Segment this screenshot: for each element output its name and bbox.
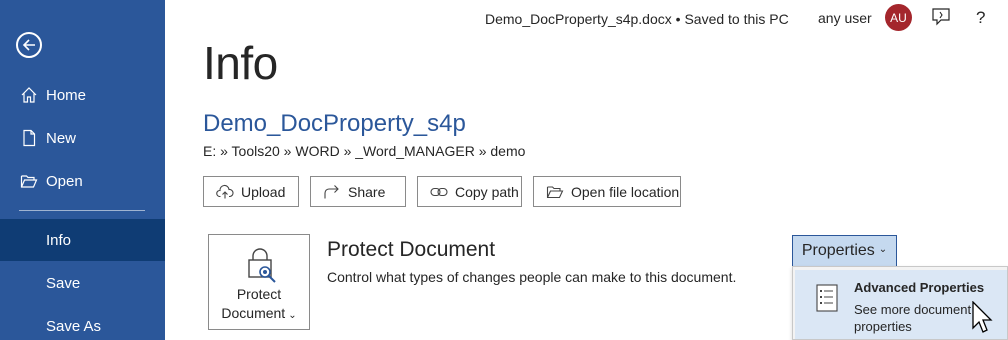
back-arrow-icon[interactable] xyxy=(16,32,42,58)
upload-button[interactable]: Upload xyxy=(203,176,299,207)
protect-document-button[interactable]: Protect Document ⌄ xyxy=(208,234,310,330)
nav-info[interactable]: Info xyxy=(0,219,165,261)
nav-save-label: Save xyxy=(46,274,81,292)
copy-path-label: Copy path xyxy=(455,183,519,200)
properties-label: Properties xyxy=(801,242,875,259)
nav-divider xyxy=(19,210,145,211)
protect-document-heading: Protect Document xyxy=(327,238,496,261)
nav-save-as[interactable]: Save As xyxy=(0,305,165,340)
mouse-cursor-icon xyxy=(972,300,994,340)
open-file-location-button[interactable]: Open file location xyxy=(533,176,681,207)
properties-list-icon xyxy=(816,284,838,317)
share-icon xyxy=(323,183,341,201)
user-name[interactable]: any user xyxy=(818,10,872,26)
protect-document-label: Protect Document ⌄ xyxy=(209,285,309,325)
chevron-down-icon: ⌄ xyxy=(288,310,297,321)
document-name: Demo_DocProperty_s4p xyxy=(203,110,466,137)
nav-home[interactable]: Home xyxy=(0,74,165,116)
protect-label-line1: Protect xyxy=(236,286,282,302)
open-folder-icon xyxy=(19,171,39,191)
share-button[interactable]: Share xyxy=(310,176,406,207)
nav-info-label: Info xyxy=(46,231,72,249)
protect-label-line2-text: Document xyxy=(221,305,286,321)
share-label: Share xyxy=(348,183,386,200)
link-icon xyxy=(430,183,448,201)
document-status: Demo_DocProperty_s4p.docx • Saved to thi… xyxy=(485,11,789,27)
nav-new-label: New xyxy=(46,129,77,147)
advanced-properties-description: See more document properties xyxy=(854,302,972,334)
protect-document-description: Control what types of changes people can… xyxy=(327,269,737,285)
nav-save[interactable]: Save xyxy=(0,262,165,304)
nav-home-label: Home xyxy=(46,86,87,104)
nav-open-label: Open xyxy=(46,172,83,190)
avatar[interactable]: AU xyxy=(885,4,912,31)
open-file-location-label: Open file location xyxy=(571,183,680,200)
folder-icon xyxy=(546,183,564,201)
backstage-sidebar: Home New Open Info Save Save As xyxy=(0,0,165,340)
feedback-icon[interactable] xyxy=(931,7,951,32)
chevron-down-icon: ⌄ xyxy=(878,243,888,255)
nav-new[interactable]: New xyxy=(0,117,165,159)
help-icon[interactable]: ? xyxy=(976,8,985,28)
advanced-properties-title: Advanced Properties xyxy=(854,280,985,295)
upload-label: Upload xyxy=(241,183,286,200)
copy-path-button[interactable]: Copy path xyxy=(417,176,522,207)
lock-icon xyxy=(245,247,279,288)
page-title: Info xyxy=(203,37,278,89)
home-icon xyxy=(19,85,39,105)
protect-label-line2: Document ⌄ xyxy=(209,304,309,325)
nav-save-as-label: Save As xyxy=(46,317,102,335)
properties-dropdown-button[interactable]: Properties ⌄ xyxy=(792,235,897,267)
nav-open[interactable]: Open xyxy=(0,160,165,202)
upload-icon xyxy=(216,183,234,201)
document-path: E: » Tools20 » WORD » _Word_MANAGER » de… xyxy=(203,143,526,159)
new-document-icon xyxy=(19,128,39,148)
